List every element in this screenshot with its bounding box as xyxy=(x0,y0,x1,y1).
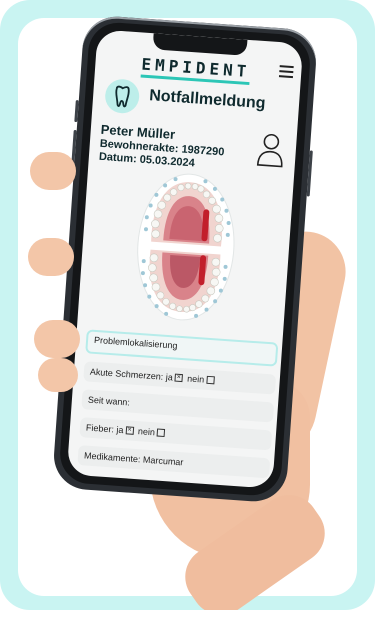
app-screen: EMPIDENT Notfallmeldung Peter Müller Bew… xyxy=(66,29,304,489)
fever-no-label: nein xyxy=(137,426,156,438)
problem-location-label: Problemlokalisierung xyxy=(93,334,178,351)
menu-bar xyxy=(279,65,294,69)
fever-no-checkbox[interactable] xyxy=(156,428,166,437)
page-title: Notfallmeldung xyxy=(148,87,267,113)
phone-device: EMPIDENT Notfallmeldung Peter Müller Bew… xyxy=(51,14,319,504)
background-card: EMPIDENT Notfallmeldung Peter Müller Bew… xyxy=(0,0,375,610)
acute-pain-field[interactable]: Akute Schmerzen: ja × nein xyxy=(83,361,277,395)
hand-finger xyxy=(30,152,76,190)
fever-yes-label: ja xyxy=(116,424,124,436)
brand-logo: EMPIDENT xyxy=(140,54,251,86)
menu-bar xyxy=(279,70,294,74)
medication-field[interactable]: Medikamente: Marcumar xyxy=(77,445,271,479)
title-bar: Notfallmeldung xyxy=(104,78,296,127)
acute-pain-yes-label: ja xyxy=(165,371,174,383)
hamburger-menu-icon[interactable] xyxy=(278,65,294,81)
hand-finger xyxy=(38,358,78,392)
menu-bar xyxy=(278,75,294,79)
fever-field[interactable]: Fieber: ja × nein xyxy=(79,417,273,451)
fever-yes-checkbox[interactable]: × xyxy=(125,425,134,435)
emergency-form: Problemlokalisierung Akute Schmerzen: ja… xyxy=(77,329,279,486)
phone-side-button xyxy=(74,99,79,123)
hand-finger xyxy=(28,238,74,276)
medication-value: Marcumar xyxy=(142,454,184,468)
phone-bezel: EMPIDENT Notfallmeldung Peter Müller Bew… xyxy=(58,20,312,498)
fever-label: Fieber: xyxy=(85,422,115,435)
acute-pain-no-checkbox[interactable] xyxy=(205,375,215,384)
user-icon[interactable] xyxy=(255,131,287,169)
tooth-icon xyxy=(104,78,141,115)
acute-pain-label: Akute Schmerzen: xyxy=(89,366,164,382)
since-when-field[interactable]: Seit wann: xyxy=(81,389,275,423)
since-when-label: Seit wann: xyxy=(87,394,131,408)
dental-chart-icon[interactable] xyxy=(130,169,242,326)
medication-label: Medikamente: xyxy=(83,450,141,465)
acute-pain-no-label: nein xyxy=(186,373,205,385)
acute-pain-yes-checkbox[interactable]: × xyxy=(174,373,184,382)
problem-location-field[interactable]: Problemlokalisierung xyxy=(85,329,279,367)
hand-finger xyxy=(34,320,80,358)
